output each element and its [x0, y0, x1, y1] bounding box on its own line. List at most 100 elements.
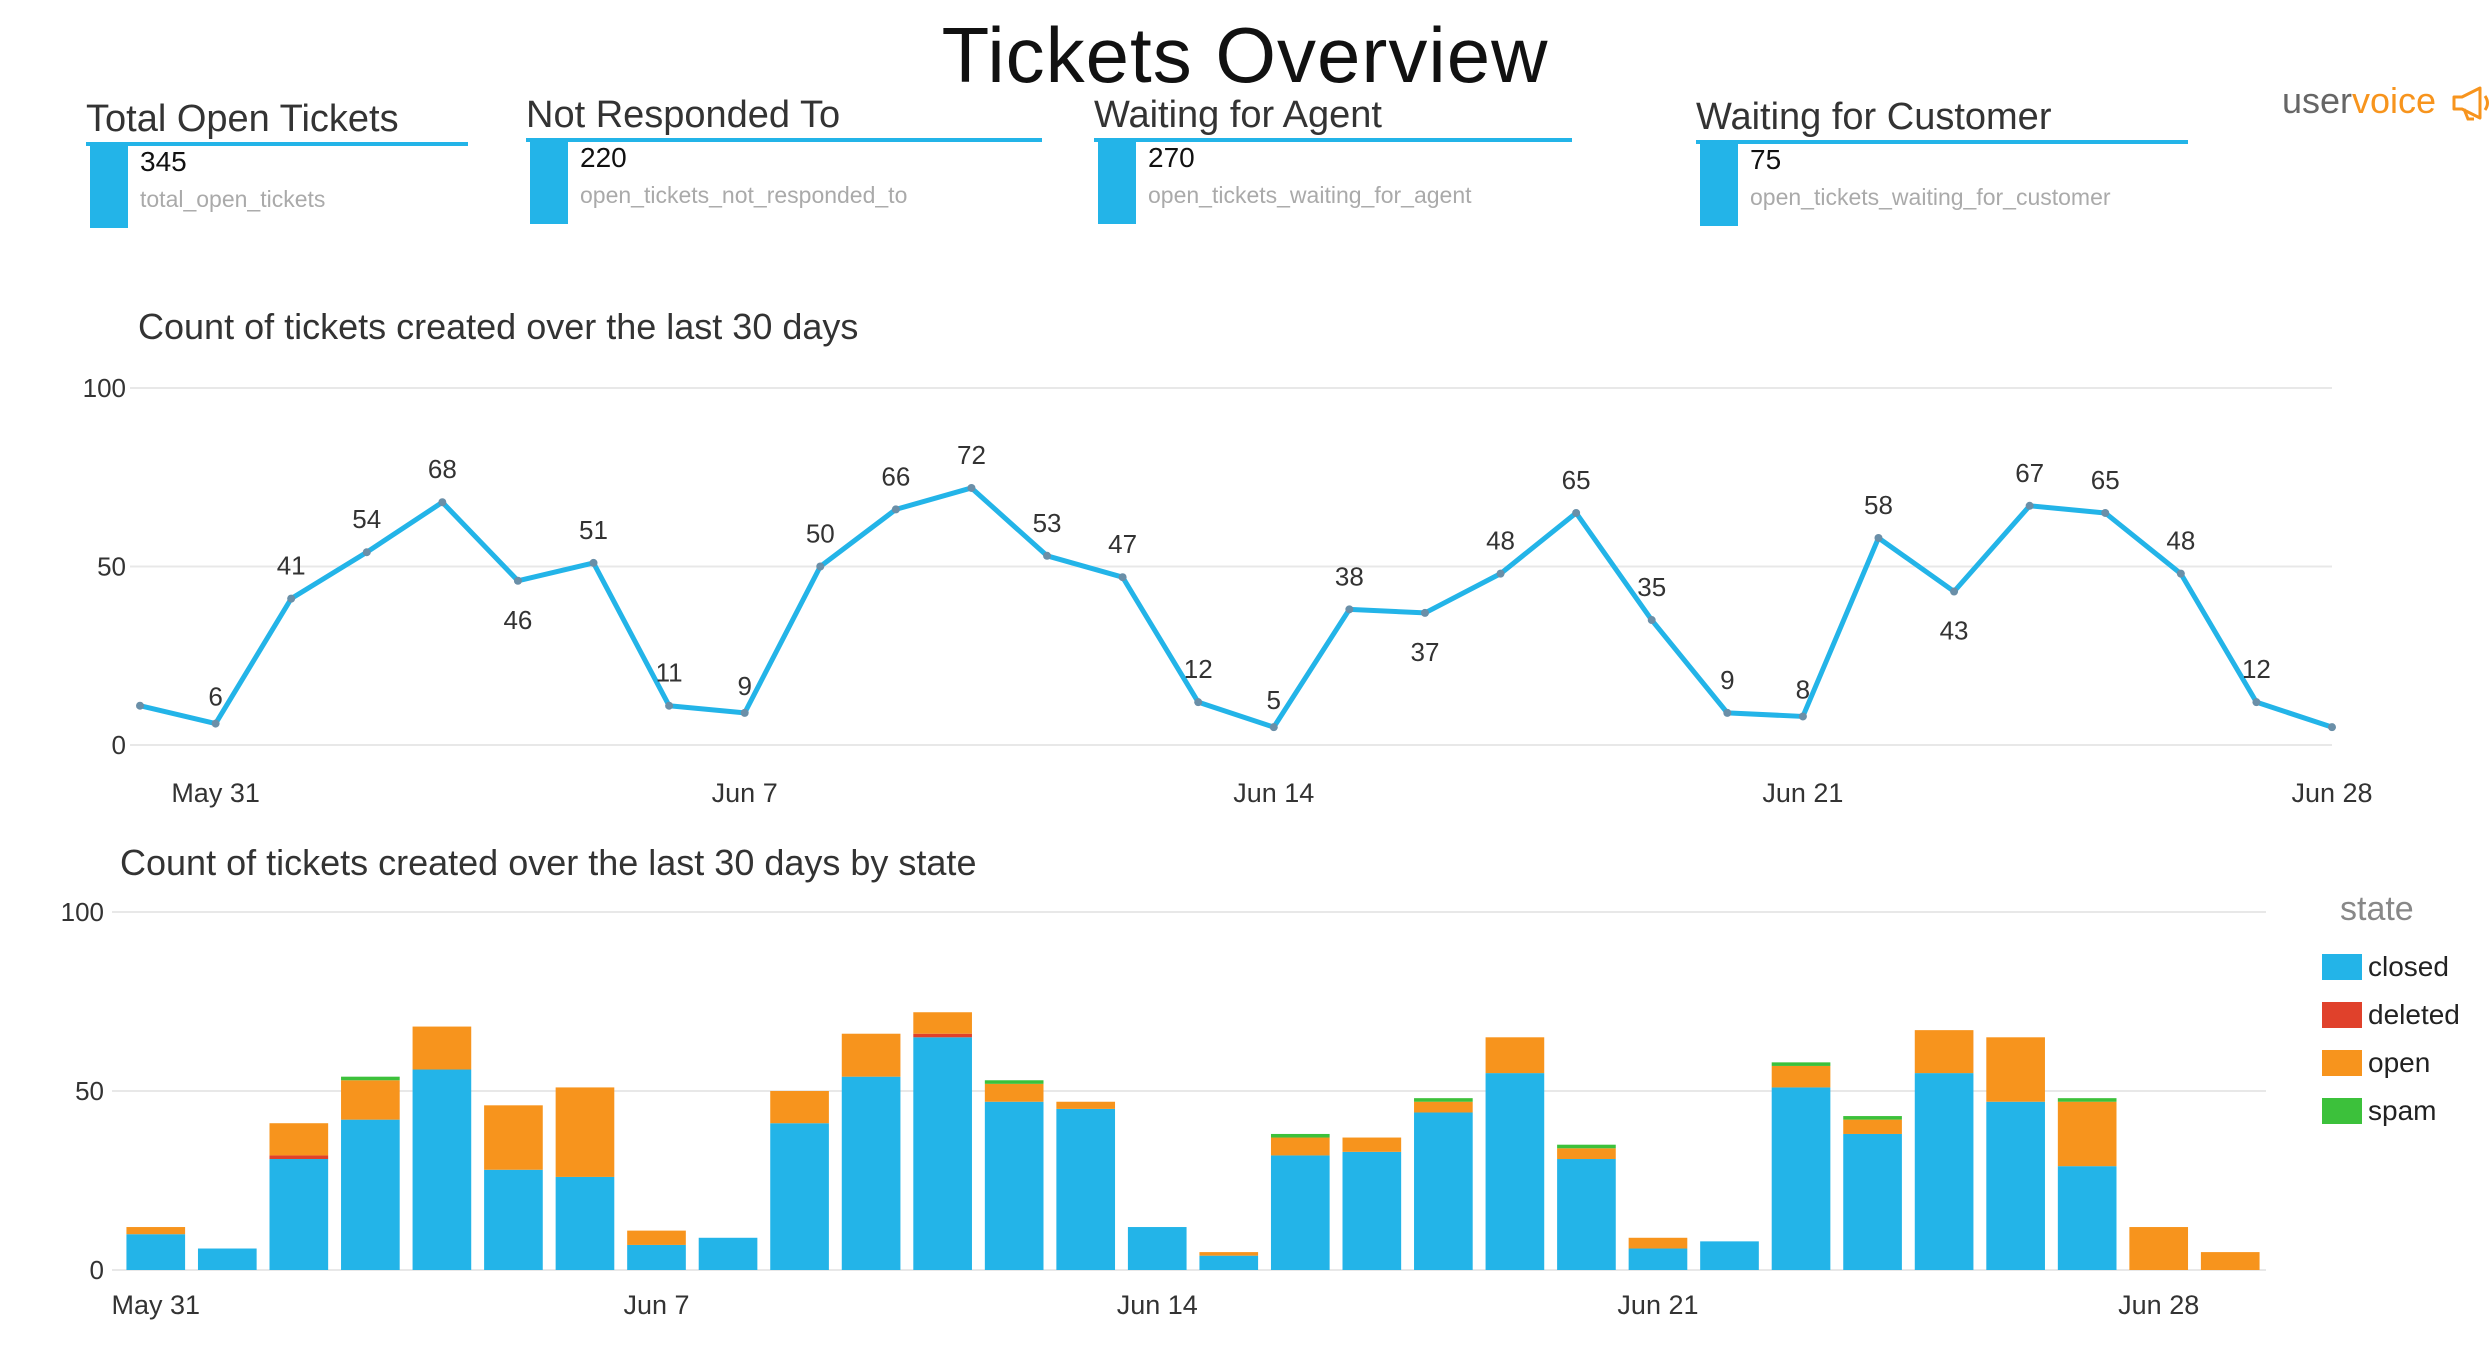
x-tick-label: Jun 21: [1762, 778, 1843, 808]
data-point: [740, 708, 749, 717]
kpi-value: 270: [1148, 142, 1195, 173]
data-label: 35: [1637, 572, 1666, 602]
data-point: [513, 576, 522, 585]
bar-segment-spam: [984, 1080, 1044, 1084]
bar-segment-open: [1342, 1137, 1402, 1152]
uservoice-logo: uservoice: [2282, 80, 2490, 122]
kpi-bar: [90, 144, 128, 228]
y-tick-label: 100: [83, 373, 126, 403]
kpi-total-open-tickets: Total Open Tickets 345 total_open_ticket…: [86, 98, 468, 228]
kpi-field-name: total_open_tickets: [140, 186, 326, 212]
kpi-value: 345: [140, 146, 187, 177]
bar-segment-closed: [1700, 1241, 1759, 1270]
data-label: 65: [2091, 465, 2120, 495]
bar-segment-open: [1199, 1252, 1259, 1256]
bar-segment-closed: [1270, 1155, 1330, 1270]
data-point: [1043, 551, 1052, 560]
kpi-bar: [1700, 142, 1738, 226]
bar-segment-closed: [126, 1234, 186, 1270]
data-label: 58: [1864, 490, 1893, 520]
data-label: 9: [1720, 665, 1734, 695]
data-point: [136, 701, 144, 710]
data-point: [1950, 587, 1959, 596]
data-point: [1647, 616, 1656, 625]
data-label: 47: [1108, 529, 1137, 559]
kpi-title: Waiting for Agent: [1094, 94, 1382, 136]
bar-segment-spam: [1843, 1116, 1902, 1120]
data-point: [2328, 723, 2336, 732]
data-label: 9: [737, 671, 751, 701]
data-label: 51: [579, 515, 608, 545]
line-chart: 050100May 31 Jun 7 Jun 14 Jun 21 Jun 2864154…: [83, 373, 2373, 808]
bar-segment-open: [841, 1033, 901, 1077]
data-point: [2176, 569, 2185, 578]
x-tick-label: Jun 21: [1617, 1290, 1698, 1320]
kpi-waiting-for-agent: Waiting for Agent 270 open_tickets_waiti…: [1094, 94, 1572, 224]
bar-segment-closed: [1843, 1133, 1902, 1270]
data-label: 6: [208, 682, 222, 712]
legend-item-spam: spam: [2322, 1087, 2460, 1135]
bar-segment-closed: [841, 1076, 901, 1270]
data-label: 5: [1267, 685, 1281, 715]
bar-chart-title: Count of tickets created over the last 3…: [120, 842, 977, 883]
data-point: [816, 562, 825, 571]
kpi-title: Not Responded To: [526, 94, 841, 136]
data-label: 54: [352, 504, 381, 534]
logo-text-main: user: [2282, 80, 2353, 121]
data-point: [211, 719, 220, 728]
data-label: 37: [1411, 637, 1440, 667]
page-title: Tickets Overview: [941, 11, 1549, 99]
data-point: [2252, 698, 2261, 707]
kpi-title: Total Open Tickets: [86, 98, 399, 140]
kpi-value: 220: [580, 142, 627, 173]
data-label: 67: [2015, 458, 2044, 488]
bar-segment-closed: [2057, 1166, 2117, 1270]
bar-segment-open: [1914, 1030, 1974, 1074]
bar-segment-closed: [1056, 1108, 1116, 1270]
bar-segment-closed: [1628, 1248, 1688, 1270]
bar-segment-open: [126, 1227, 186, 1235]
bar-segment-spam: [1270, 1133, 1330, 1138]
kpi-value: 75: [1750, 144, 1782, 175]
bar-segment-open: [555, 1087, 615, 1177]
legend-label: deleted: [2368, 999, 2460, 1030]
legend-item-deleted: deleted: [2322, 991, 2460, 1039]
bar-segment-deleted: [269, 1155, 329, 1160]
kpi-bar: [530, 140, 568, 224]
bar-segment-open: [1270, 1137, 1330, 1156]
legend-item-open: open: [2322, 1039, 2460, 1087]
y-tick-label: 0: [90, 1255, 104, 1285]
data-point: [1723, 708, 1732, 717]
data-label: 65: [1562, 465, 1591, 495]
legend-swatch: [2322, 1050, 2362, 1076]
kpi-field-name: open_tickets_not_responded_to: [580, 182, 908, 208]
data-point: [2025, 501, 2034, 510]
bar-segment-closed: [484, 1169, 543, 1270]
data-point: [1496, 569, 1505, 578]
data-point: [2101, 508, 2110, 517]
legend-label: open: [2368, 1047, 2431, 1078]
data-label: 66: [881, 461, 910, 491]
bar-segment-open: [984, 1083, 1044, 1102]
bar-segment-closed: [1414, 1112, 1473, 1270]
data-label: 12: [1184, 654, 1213, 684]
y-tick-label: 50: [75, 1076, 104, 1106]
kpi-waiting-for-customer: Waiting for Customer 75 open_tickets_wai…: [1696, 96, 2188, 226]
data-point: [287, 594, 296, 603]
x-tick-label: Jun 28: [2118, 1290, 2199, 1320]
bar-segment-closed: [770, 1123, 829, 1270]
bar-segment-spam: [1557, 1144, 1616, 1149]
bar-segment-open: [412, 1026, 472, 1070]
bar-segment-closed: [412, 1069, 472, 1270]
bar-segment-open: [2129, 1227, 2189, 1270]
bar-segment-closed: [913, 1037, 972, 1270]
data-label: 11: [656, 658, 683, 688]
bar-segment-closed: [1342, 1151, 1402, 1270]
bar-segment-spam: [1414, 1098, 1473, 1102]
bar-segment-open: [1771, 1065, 1831, 1088]
bar-segment-open: [1056, 1101, 1116, 1109]
bar-segment-open: [269, 1123, 329, 1156]
data-label: 38: [1335, 561, 1364, 591]
y-tick-label: 100: [61, 900, 104, 927]
logo-text-accent: voice: [2352, 80, 2437, 121]
